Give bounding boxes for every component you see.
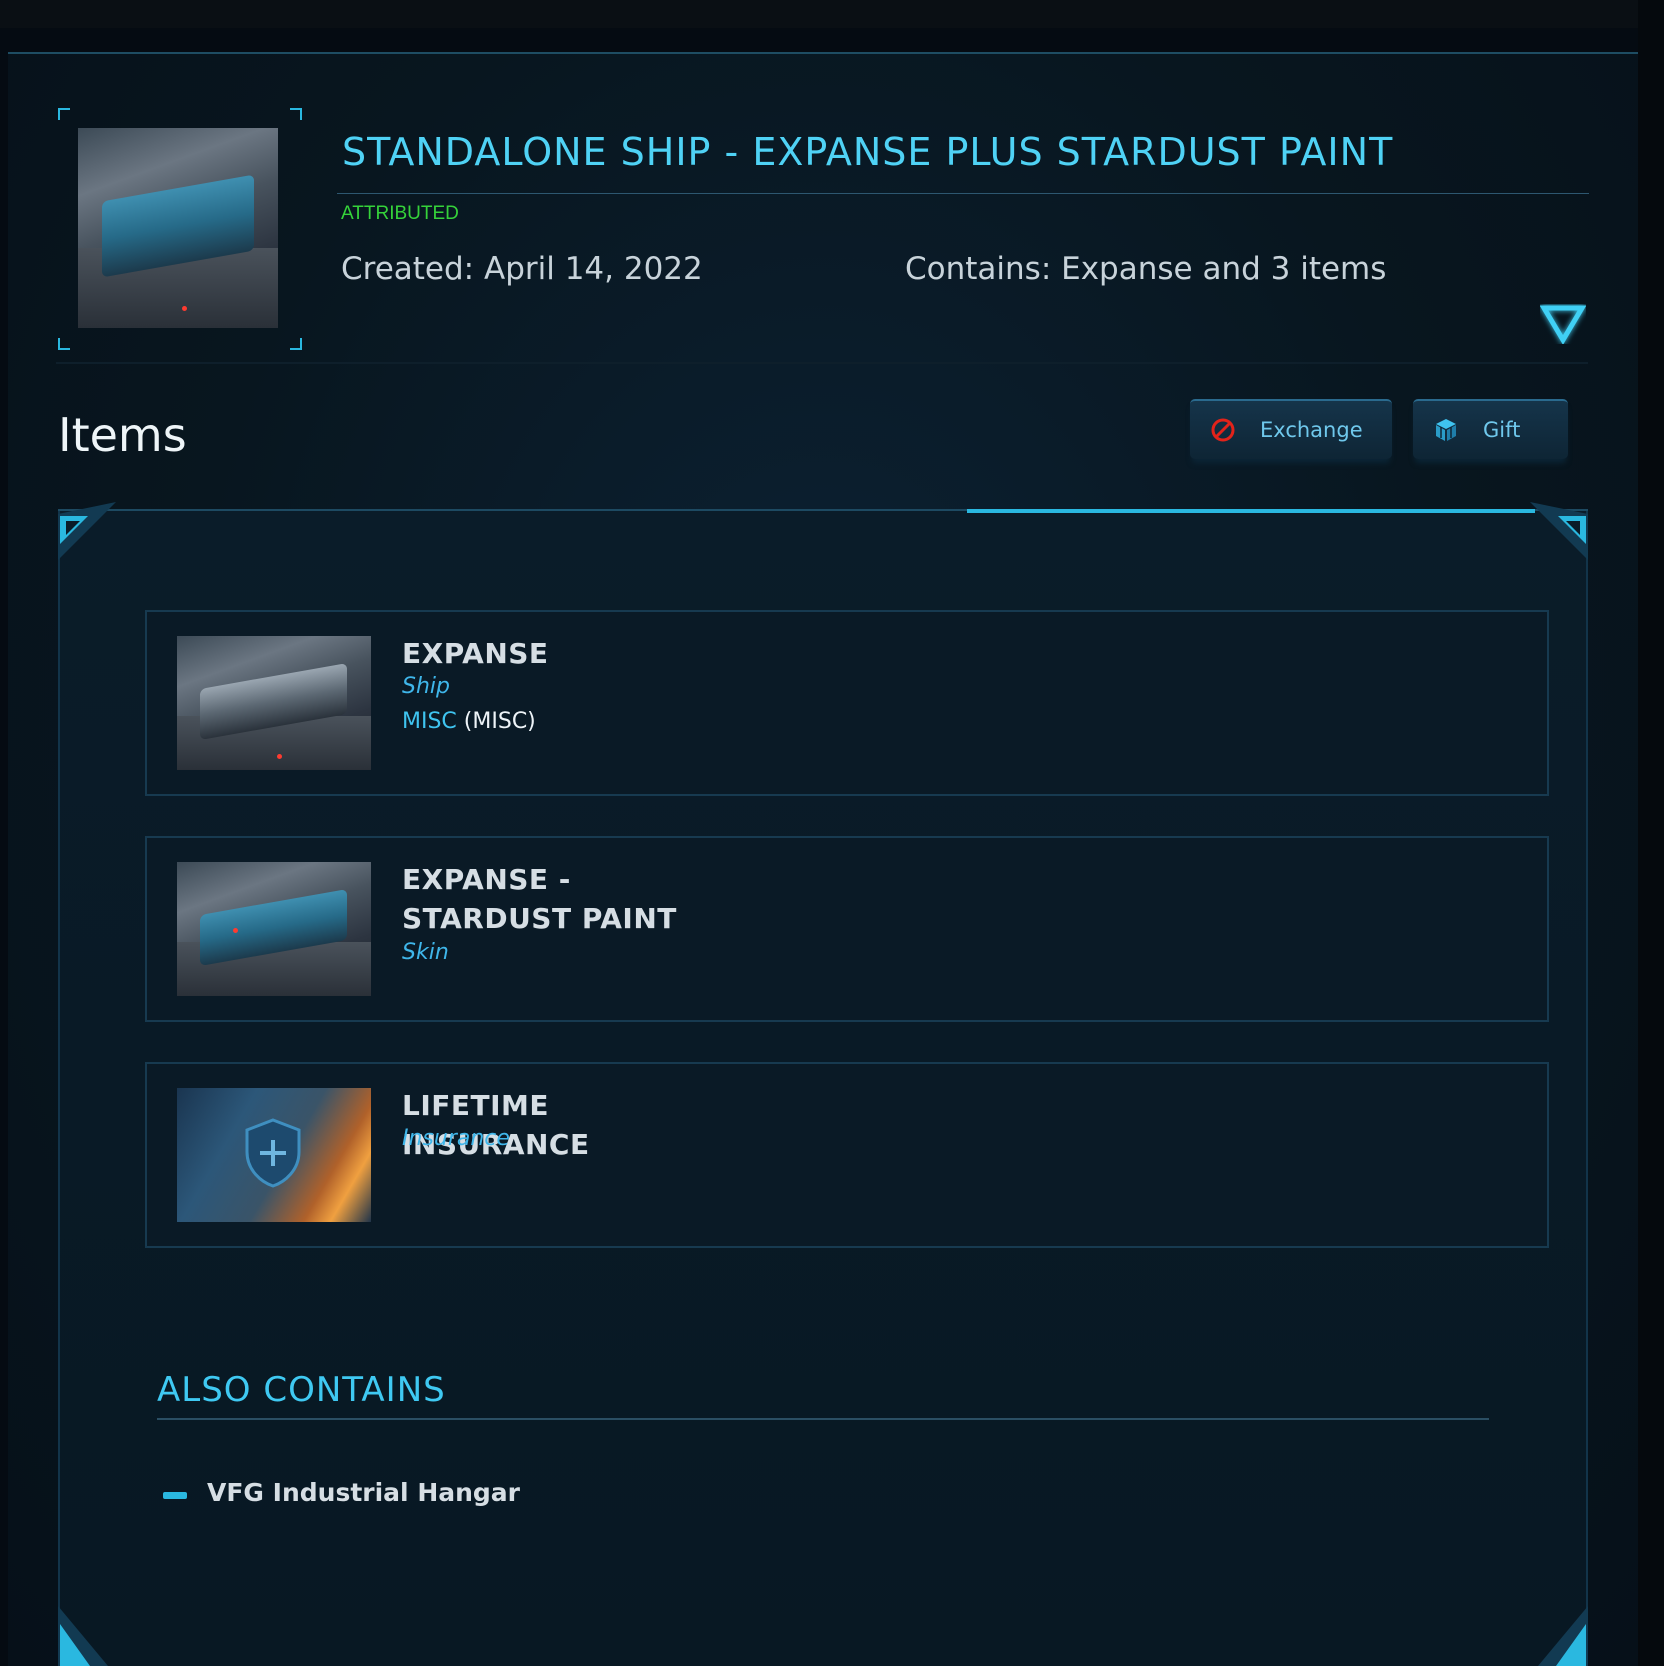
also-contains-title: ALSO CONTAINS [157,1370,446,1410]
pledge-thumbnail[interactable] [58,108,302,350]
corner-triangle-icon [1538,1606,1588,1666]
exchange-button[interactable]: Exchange [1190,399,1392,459]
section-title: Items [58,408,187,462]
frame-corner [290,338,302,350]
item-image [177,862,371,996]
frame-corner [290,108,302,120]
created-date: Created: April 14, 2022 [341,251,703,287]
item-card-stardust-paint[interactable]: EXPANSE - STARDUST PAINT Skin [145,836,1549,1022]
manufacturer-name: MISC [402,709,457,734]
exchange-label: Exchange [1260,418,1363,442]
item-type: Insurance [402,1126,510,1151]
corner-triangle-icon [58,1606,108,1666]
item-type: Skin [402,940,449,965]
gift-cube-icon [1436,419,1456,441]
also-contains-divider [157,1418,1489,1420]
pledge-image [78,128,278,328]
gift-button[interactable]: Gift [1413,399,1568,459]
bullet-icon [163,1492,187,1499]
item-card-insurance[interactable]: LIFETIME INSURANCE Insurance [145,1062,1549,1248]
item-name: EXPANSE [402,637,549,670]
right-edge [1638,0,1664,1666]
item-manufacturer: MISC (MISC) [402,709,536,734]
manufacturer-code: (MISC) [463,709,536,734]
frame-corner [58,338,70,350]
pledge-title: STANDALONE SHIP - EXPANSE PLUS STARDUST … [342,130,1394,174]
item-card-expanse[interactable]: EXPANSE Ship MISC (MISC) [145,610,1549,796]
item-name: LIFETIME INSURANCE [402,1089,590,1161]
item-image [177,636,371,770]
shield-icon [245,1118,301,1188]
contents-summary: Contains: Expanse and 3 items [905,251,1387,287]
corner-triangle-icon [1530,502,1588,560]
panel-top-accent [967,509,1535,513]
frame-corner [58,108,70,120]
title-divider [337,193,1589,194]
item-image [177,1088,371,1222]
gift-label: Gift [1483,418,1521,442]
header-separator [56,362,1588,364]
item-name: EXPANSE - STARDUST PAINT [402,863,677,935]
corner-triangle-icon [58,502,116,560]
prohibited-icon [1211,418,1235,442]
status-badge: ATTRIBUTED [341,203,459,224]
item-type: Ship [402,674,450,699]
also-contains-item: VFG Industrial Hangar [207,1478,521,1507]
triangle-down-icon[interactable] [1540,304,1586,344]
top-bar [0,0,1664,28]
